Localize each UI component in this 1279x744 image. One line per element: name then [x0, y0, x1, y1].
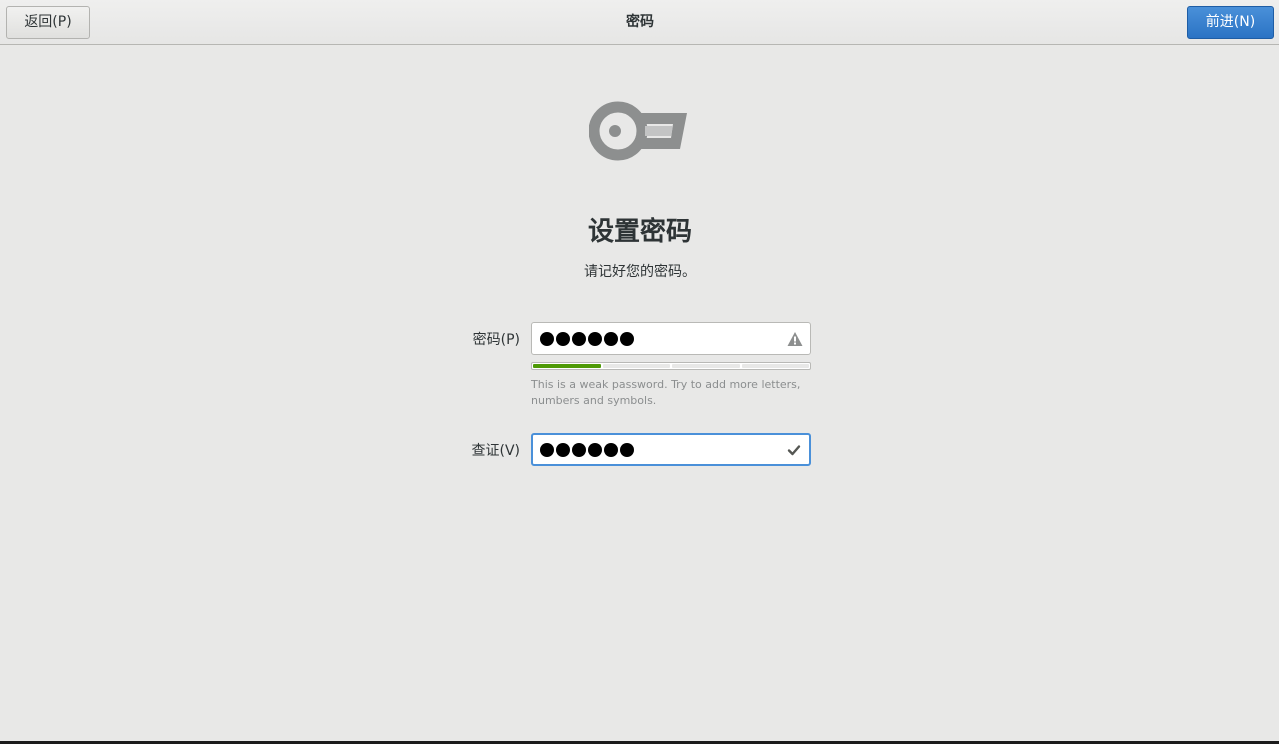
main-title: 设置密码 [587, 217, 692, 247]
next-button[interactable]: 前进(N) [1187, 6, 1274, 39]
strength-segment [672, 364, 740, 368]
password-dot [572, 331, 586, 346]
verify-input[interactable] [531, 433, 811, 466]
password-masked-value [540, 331, 634, 346]
verify-masked-value [540, 442, 634, 457]
password-dot [572, 442, 586, 457]
subtitle: 请记好您的密码。 [584, 264, 696, 280]
password-dot [540, 331, 554, 346]
app-window: 返回(P) 密码 前进(N) 设置密码 请记好您的密码。 密码(P) This … [0, 0, 1279, 744]
password-input[interactable] [531, 322, 811, 355]
password-dot [556, 442, 570, 457]
key-icon [589, 101, 687, 161]
password-dot [588, 331, 602, 346]
password-dot [620, 442, 634, 457]
strength-segment [741, 364, 809, 368]
password-dot [604, 442, 618, 457]
password-label: 密码(P) [472, 332, 520, 348]
checkmark-icon [787, 444, 801, 455]
verify-label: 查证(V) [471, 443, 520, 459]
password-dot [588, 442, 602, 457]
warning-icon [787, 331, 803, 346]
strength-segment [533, 364, 601, 368]
back-button[interactable]: 返回(P) [6, 6, 90, 39]
password-strength-hint: This is a weak password. Try to add more… [531, 378, 801, 407]
page-title: 密码 [626, 14, 654, 30]
header-bar: 返回(P) 密码 前进(N) [0, 0, 1279, 45]
password-dot [540, 442, 554, 457]
strength-segment [602, 364, 670, 368]
password-dot [620, 331, 634, 346]
password-dot [604, 331, 618, 346]
password-dot [556, 331, 570, 346]
password-strength-bar [531, 362, 811, 370]
